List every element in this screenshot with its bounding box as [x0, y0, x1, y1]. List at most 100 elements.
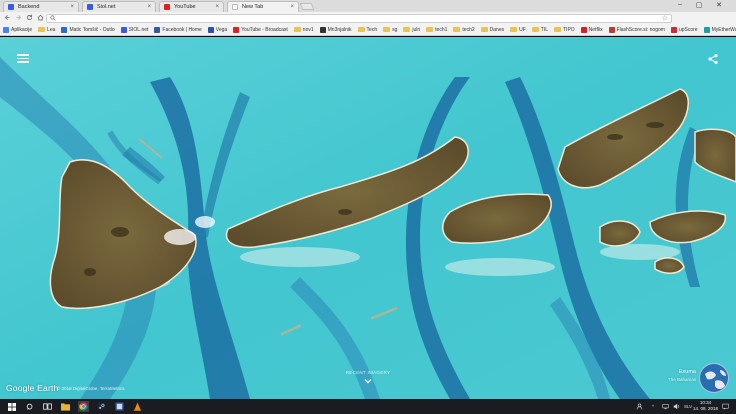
youtube-favicon-icon — [164, 4, 170, 10]
bookmark-item[interactable]: tech2 — [453, 26, 475, 33]
new-tab-favicon-icon — [232, 4, 238, 10]
bookmark-label: Tech — [366, 26, 378, 33]
tab-strip: Backend × Siol.net × YouTube × New Tab ×… — [0, 0, 736, 12]
earth-viewport[interactable]: Google Earth © 2018 DigitalGlobe, TerraM… — [0, 37, 736, 399]
tab-siol[interactable]: Siol.net × — [82, 1, 156, 12]
chrome-taskbar-icon[interactable] — [78, 401, 89, 412]
bookmark-item[interactable]: FlashScore.si: nogom — [608, 26, 665, 33]
bookmark-item[interactable]: Tech — [357, 26, 378, 33]
vlc-icon[interactable] — [132, 401, 143, 412]
bookmark-item[interactable]: Matic Tomšič - Outlo — [61, 26, 115, 33]
bookmark-label: Lea — [47, 26, 56, 33]
globe-icon[interactable] — [699, 363, 729, 393]
browser-toolbar: ☆ ⋮ — [0, 12, 736, 34]
bookmark-label: tech1 — [435, 26, 448, 33]
language-indicator[interactable]: SLV — [684, 399, 692, 414]
file-explorer-icon[interactable] — [60, 401, 71, 412]
close-tab-icon[interactable]: × — [290, 4, 294, 10]
bookmark-item[interactable]: Netflix — [580, 26, 603, 33]
chevron-down-icon[interactable] — [362, 377, 374, 386]
apps-grid-icon — [3, 26, 9, 33]
task-view-icon[interactable] — [42, 401, 53, 412]
site-favicon-icon — [670, 26, 677, 33]
folder-icon — [531, 27, 539, 32]
close-tab-icon[interactable]: × — [215, 4, 219, 10]
bookmark-item[interactable]: upScore — [670, 26, 698, 33]
bookmark-item[interactable]: SIOL.net — [120, 26, 149, 33]
tab-backend[interactable]: Backend × — [3, 1, 79, 12]
place-name: Exuma — [678, 369, 696, 375]
folder-icon — [453, 27, 461, 32]
site-favicon-icon — [233, 26, 240, 33]
app-icon[interactable] — [114, 401, 125, 412]
search-icon[interactable] — [24, 401, 35, 412]
bookmark-label: Aplikacije — [11, 26, 33, 33]
notifications-icon[interactable] — [722, 399, 729, 414]
site-favicon-icon — [608, 26, 615, 33]
reload-button[interactable] — [24, 14, 35, 23]
location-caption[interactable]: Exuma The Bahamas — [668, 369, 696, 383]
bookmark-label: Danes — [489, 26, 505, 33]
site-favicon-icon — [319, 26, 326, 33]
bookmark-item[interactable]: UF — [510, 27, 526, 33]
bookmark-item[interactable]: julri — [403, 27, 420, 33]
tray-people-icon[interactable] — [636, 399, 643, 414]
folder-icon — [403, 27, 411, 32]
tray-chevron-icon[interactable]: ^ — [652, 399, 654, 414]
satellite-imagery — [0, 37, 736, 399]
home-button[interactable] — [35, 14, 46, 23]
back-button[interactable] — [2, 14, 13, 23]
bookmark-label: Vega — [215, 26, 228, 33]
menu-icon[interactable] — [17, 54, 29, 64]
bookmark-item[interactable]: sg — [383, 27, 397, 33]
bookmark-label: julri — [412, 26, 421, 33]
site-favicon-icon — [580, 26, 587, 33]
address-input[interactable] — [58, 14, 658, 22]
bookmark-label: tech2 — [462, 26, 475, 33]
bookmark-item[interactable]: Lea — [38, 27, 55, 33]
close-window-button[interactable]: ✕ — [711, 1, 727, 9]
bookmark-item[interactable]: Vega — [207, 26, 228, 33]
bookmark-label: sg — [392, 26, 398, 33]
bookmark-label: Matic Tomšič - Outlo — [69, 26, 115, 33]
maximize-button[interactable]: ▢ — [691, 1, 707, 9]
backend-favicon-icon — [8, 4, 14, 10]
windows-start-icon[interactable] — [6, 401, 17, 412]
bookmark-item[interactable]: tech1 — [426, 27, 447, 33]
bookmark-star-icon[interactable]: ☆ — [662, 14, 668, 22]
folder-icon — [357, 27, 365, 32]
share-icon[interactable] — [707, 53, 719, 65]
bookmark-item[interactable]: TIPO — [554, 27, 575, 33]
bookmark-item[interactable]: nov1 — [293, 27, 314, 33]
new-tab-button[interactable] — [299, 3, 315, 10]
tab-youtube[interactable]: YouTube × — [159, 1, 224, 12]
close-tab-icon[interactable]: × — [70, 4, 74, 10]
bookmark-label: UF — [519, 26, 526, 33]
volume-icon[interactable] — [673, 399, 680, 414]
tab-title: Backend — [18, 4, 40, 10]
search-icon — [50, 14, 56, 23]
forward-arrow-icon — [16, 14, 22, 20]
forward-button[interactable] — [13, 14, 24, 23]
siol-favicon-icon — [87, 4, 93, 10]
bookmark-item[interactable]: TIL — [531, 27, 548, 33]
recent-imagery-label[interactable]: RECENT IMAGERY — [337, 370, 399, 375]
bookmark-item[interactable]: Mn3njalnik — [319, 26, 352, 33]
site-favicon-icon — [703, 26, 710, 33]
bookmark-item[interactable]: MyEtherWallet.com — [703, 26, 736, 33]
address-bar[interactable]: ☆ — [46, 13, 672, 23]
system-clock[interactable]: 10:34 14. 08. 2018 — [693, 400, 718, 412]
close-tab-icon[interactable]: × — [147, 4, 151, 10]
bookmark-item[interactable]: Danes — [480, 26, 505, 33]
bookmark-item[interactable]: Aplikacije — [3, 26, 33, 33]
clock-date: 14. 08. 2018 — [692, 406, 718, 411]
bookmark-label: SIOL.net — [128, 26, 149, 33]
bookmark-item[interactable]: YouTube - Broadcast — [233, 26, 288, 33]
steam-icon[interactable] — [96, 401, 107, 412]
bookmark-label: FlashScore.si: nogom — [616, 26, 665, 33]
imagery-copyright: © 2018 DigitalGlobe, TerraMetrics — [57, 386, 125, 391]
minimize-button[interactable]: – — [672, 1, 688, 8]
bookmark-item[interactable]: Facebook | Home — [154, 26, 202, 33]
tab-new-tab[interactable]: New Tab × — [227, 1, 299, 12]
network-icon[interactable] — [662, 399, 669, 414]
